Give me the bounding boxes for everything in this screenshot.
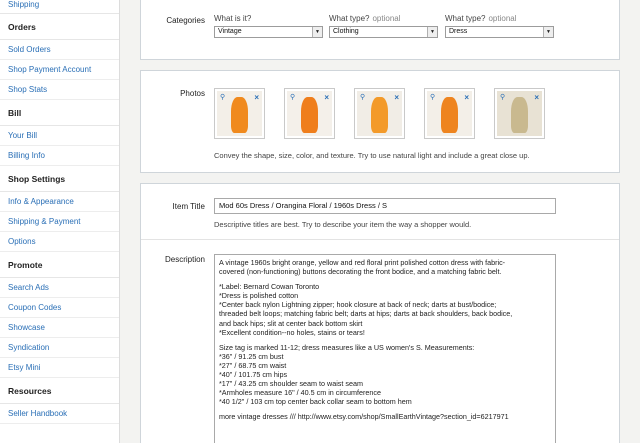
sidebar-sections: Orders Sold Orders Shop Payment Account Sho… — [0, 14, 119, 424]
photos-panel: Photos ⚲ × ⚲ × ⚲ × ⚲ × ⚲ × Convey the shape, size… — [140, 70, 620, 173]
item-title-hint: Descriptive titles are best. Try to desc… — [214, 220, 472, 229]
item-title-input[interactable]: Mod 60s Dress / Orangina Floral / 1960s … — [214, 198, 556, 214]
close-icon[interactable]: × — [394, 93, 399, 102]
description-line: *17" / 43.25 cm shoulder seam to waist s… — [219, 379, 363, 389]
chevron-down-icon: ▼ — [543, 27, 553, 37]
zoom-icon[interactable]: ⚲ — [430, 94, 438, 102]
category-what-is-it: What is it? Vintage ▼ — [214, 14, 323, 38]
sidebar-item-sold-orders[interactable]: Sold Orders — [0, 40, 119, 60]
description-line: *Label: Bernard Cowan Toronto — [219, 282, 320, 292]
sidebar-item-showcase[interactable]: Showcase — [0, 318, 119, 338]
description-line: *36" / 91.25 cm bust — [219, 351, 284, 361]
category-select-clothing[interactable]: Clothing ▼ — [329, 26, 438, 38]
description-line: *27" / 68.75 cm waist — [219, 360, 287, 370]
dress-shape — [511, 97, 528, 134]
description-line: threaded belt loops; matching fabric bel… — [219, 309, 513, 319]
dress-shape — [441, 97, 458, 134]
close-icon[interactable]: × — [254, 93, 259, 102]
description-line: *Dress is polished cotton — [219, 291, 299, 301]
sidebar-section: Orders Sold Orders Shop Payment Account Sho… — [0, 14, 119, 100]
chevron-down-icon: ▼ — [312, 27, 322, 37]
dress-shape — [371, 97, 388, 134]
description-label: Description — [164, 255, 205, 264]
zoom-icon[interactable]: ⚲ — [290, 94, 298, 102]
sidebar-section-header: Bill — [0, 100, 119, 126]
sidebar-item-shipping-payment[interactable]: Shipping & Payment — [0, 212, 119, 232]
sidebar-item-billing-info[interactable]: Billing Info — [0, 146, 119, 166]
sidebar-section-header: Promote — [0, 252, 119, 278]
category-title: What type? — [445, 14, 486, 23]
sidebar: Shipping Orders Sold Orders Shop Payment A… — [0, 0, 120, 443]
sidebar-item-options[interactable]: Options — [0, 232, 119, 252]
category-type-2: What type? optional Dress ▼ — [445, 14, 554, 38]
photo-image: ⚲ × — [427, 91, 472, 136]
description-line: *Armholes measure 16" / 40.5 cm in circu… — [219, 388, 381, 398]
photo-thumbnail[interactable]: ⚲ × — [354, 88, 405, 139]
categories-label: Categories — [166, 16, 205, 25]
photo-image: ⚲ × — [497, 91, 542, 136]
sidebar-item-your-bill[interactable]: Your Bill — [0, 126, 119, 146]
item-title-label: Item Title — [172, 202, 205, 211]
sidebar-section: Promote Search Ads Coupon Codes Showcase Syn… — [0, 252, 119, 378]
category-select-dress[interactable]: Dress ▼ — [445, 26, 554, 38]
description-line: more vintage dresses /// http://www.etsy… — [219, 412, 509, 422]
sidebar-item-search-ads[interactable]: Search Ads — [0, 278, 119, 298]
categories-panel: Categories What is it? Vintage ▼ What typ… — [140, 0, 620, 60]
close-icon[interactable]: × — [324, 93, 329, 102]
photo-thumbnail[interactable]: ⚲ × — [424, 88, 475, 139]
zoom-icon[interactable]: ⚲ — [360, 94, 368, 102]
chevron-down-icon: ▼ — [427, 27, 437, 37]
description-line: Size tag is marked 11-12; dress measures… — [219, 342, 475, 352]
description-line: *40" / 101.75 cm hips — [219, 370, 288, 380]
category-select-vintage[interactable]: Vintage ▼ — [214, 26, 323, 38]
sidebar-section: Resources Seller Handbook — [0, 378, 119, 424]
sidebar-item-shop-stats[interactable]: Shop Stats — [0, 80, 119, 100]
category-title: What is it? — [214, 14, 252, 23]
sidebar-section: Bill Your Bill Billing Info — [0, 100, 119, 166]
zoom-icon[interactable]: ⚲ — [500, 94, 508, 102]
description-line: *40 1/2" / 103 cm top center back collar… — [219, 397, 412, 407]
sidebar-item-seller-handbook[interactable]: Seller Handbook — [0, 404, 119, 424]
photo-thumbnail[interactable]: ⚲ × — [214, 88, 265, 139]
sidebar-item-syndication[interactable]: Syndication — [0, 338, 119, 358]
category-title: What type? — [329, 14, 370, 23]
sidebar-section-header: Resources — [0, 378, 119, 404]
category-type-1: What type? optional Clothing ▼ — [329, 14, 438, 38]
sidebar-item-info-appearance[interactable]: Info & Appearance — [0, 192, 119, 212]
photo-image: ⚲ × — [217, 91, 262, 136]
photo-thumbnail[interactable]: ⚲ × — [284, 88, 335, 139]
description-textarea[interactable]: A vintage 1960s bright orange, yellow an… — [214, 254, 556, 443]
sidebar-section-header: Shop Settings — [0, 166, 119, 192]
close-icon[interactable]: × — [534, 93, 539, 102]
photo-thumbnail[interactable]: ⚲ × — [494, 88, 545, 139]
zoom-icon[interactable]: ⚲ — [220, 94, 228, 102]
sidebar-item-etsy-mini[interactable]: Etsy Mini — [0, 358, 119, 378]
dress-shape — [301, 97, 318, 134]
description-line: *Center back nylon Lightning zipper; hoo… — [219, 300, 497, 310]
item-details-panel: Item Title Mod 60s Dress / Orangina Flor… — [140, 183, 620, 443]
description-line: *Excellent condition--no holes, stains o… — [219, 327, 365, 337]
description-line: A vintage 1960s bright orange, yellow an… — [219, 258, 506, 267]
sidebar-section-header: Orders — [0, 14, 119, 40]
photo-image: ⚲ × — [287, 91, 332, 136]
description-line: and back hips; slit at center back botto… — [219, 318, 363, 328]
sidebar-section: Shop Settings Info & Appearance Shipping &… — [0, 166, 119, 252]
sidebar-item-coupon-codes[interactable]: Coupon Codes — [0, 298, 119, 318]
close-icon[interactable]: × — [464, 93, 469, 102]
photos-hint: Convey the shape, size, color, and textu… — [214, 151, 530, 160]
photos-label: Photos — [180, 89, 205, 98]
photo-image: ⚲ × — [357, 91, 402, 136]
sidebar-item-shop-payment-account[interactable]: Shop Payment Account — [0, 60, 119, 80]
dress-shape — [231, 97, 248, 134]
description-line: covered (non-functioning) buttons decora… — [219, 267, 502, 277]
sidebar-item-shipping[interactable]: Shipping — [0, 0, 119, 14]
description-section: Description A vintage 1960s bright orang… — [141, 239, 619, 443]
